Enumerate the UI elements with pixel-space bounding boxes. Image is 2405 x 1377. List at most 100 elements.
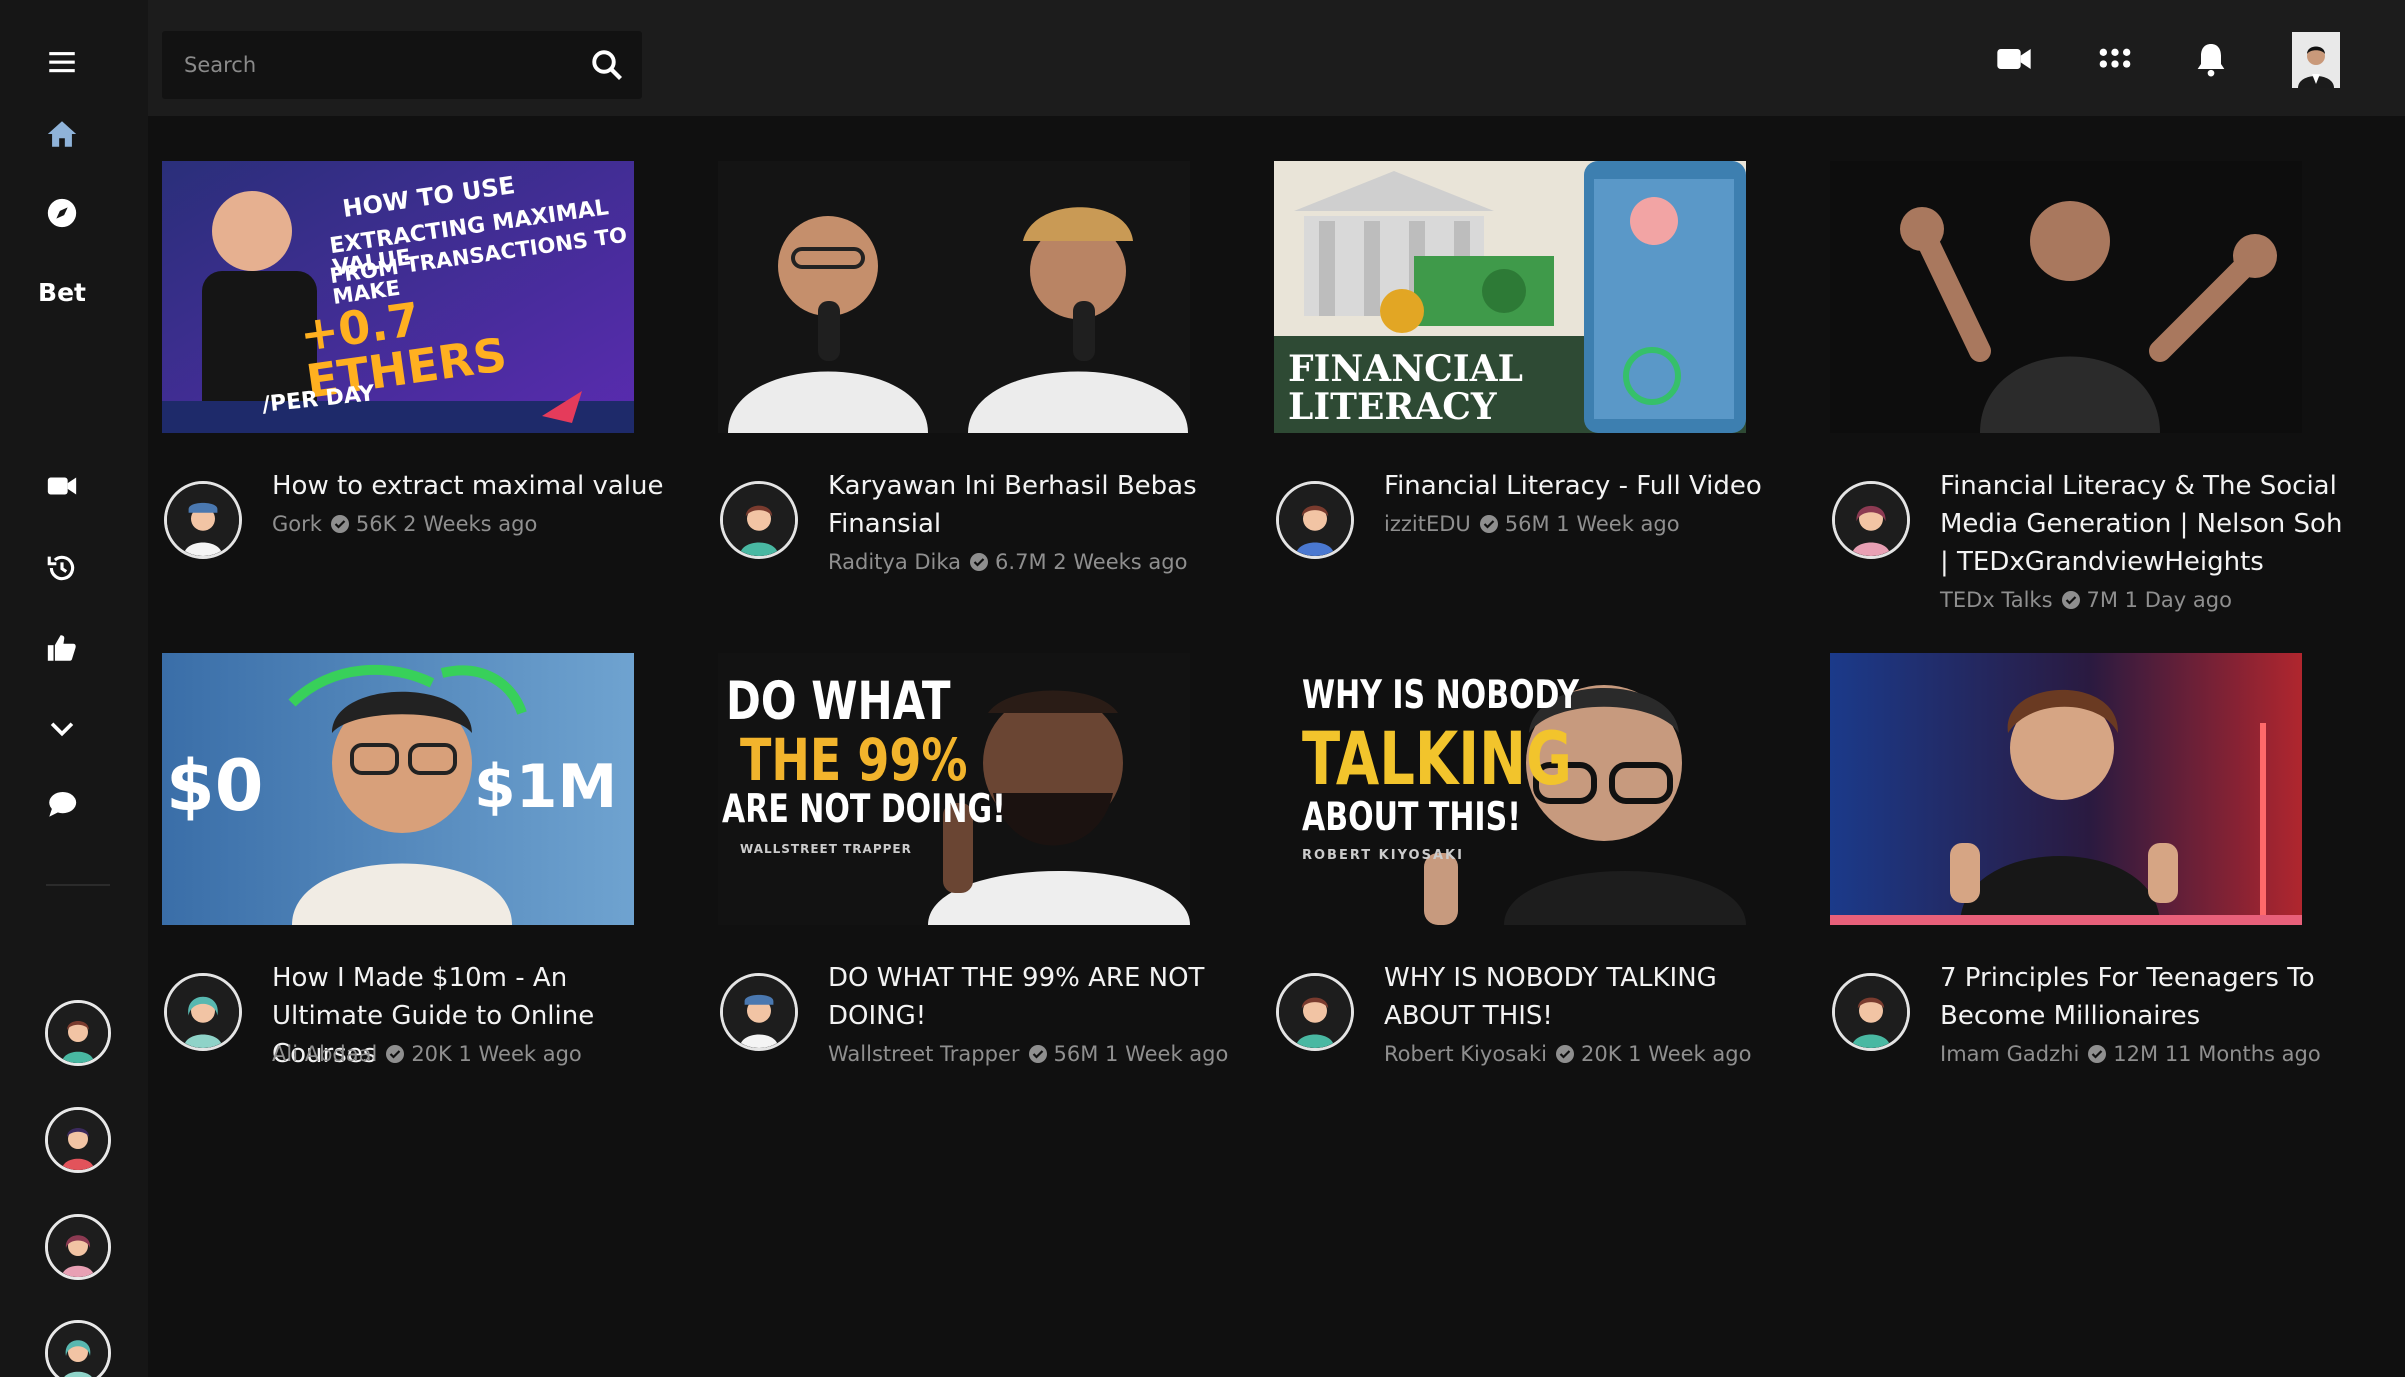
channel-avatar[interactable] <box>164 481 242 559</box>
thumbnail-caption: WALLSTREET TRAPPER <box>740 842 912 856</box>
video-camera-icon[interactable] <box>1991 36 2037 82</box>
thumbnail-caption: ARE NOT DOING! <box>722 787 1006 833</box>
video-stats: 20K 1 Week ago <box>1580 1042 1752 1066</box>
search-input[interactable] <box>162 31 572 99</box>
channel-avatar[interactable] <box>720 973 798 1051</box>
channel-avatar[interactable] <box>1276 481 1354 559</box>
thumbnail-caption: $1M <box>474 752 618 822</box>
thumbnail-caption: FINANCIAL <box>1288 348 1523 390</box>
video-thumbnail[interactable] <box>718 161 1190 433</box>
channel-name[interactable]: Ali Abdaal <box>272 1042 377 1066</box>
video-camera-icon[interactable] <box>32 458 92 514</box>
video-thumbnail[interactable]: WHY IS NOBODY TALKING ABOUT THIS! ROBERT… <box>1274 653 1746 925</box>
video-stats: 6.7M 2 Weeks ago <box>995 550 1188 574</box>
video-title[interactable]: DO WHAT THE 99% ARE NOT DOING! <box>828 959 1238 1035</box>
search-icon <box>592 50 622 80</box>
verified-icon <box>2061 591 2080 609</box>
video-stats: 56M 1 Week ago <box>1504 512 1680 536</box>
video-stats: 7M 1 Day ago <box>2086 588 2232 612</box>
video-thumbnail[interactable] <box>1830 653 2302 925</box>
chevron-down-icon[interactable] <box>32 700 92 756</box>
video-meta: Wallstreet Trapper 56M 1 Week ago <box>828 1042 1228 1066</box>
home-icon[interactable] <box>32 106 92 162</box>
video-card[interactable]: $0 $1M How I Made $10m - An Ultimate Gui… <box>162 653 682 1083</box>
video-stats: 12M 11 Months ago <box>2113 1042 2321 1066</box>
channel-avatar[interactable] <box>720 481 798 559</box>
video-stats: 56K 2 Weeks ago <box>355 512 538 536</box>
video-meta: TEDx Talks 7M 1 Day ago <box>1940 588 2232 612</box>
video-thumbnail[interactable] <box>1830 161 2302 433</box>
thumbs-up-icon[interactable] <box>32 620 92 676</box>
channel-avatar[interactable] <box>1276 973 1354 1051</box>
video-title[interactable]: Financial Literacy - Full Video <box>1384 467 1794 505</box>
apps-grid-icon[interactable] <box>2092 36 2138 82</box>
top-bar <box>148 0 2405 116</box>
video-stats: 20K 1 Week ago <box>411 1042 582 1066</box>
channel-name[interactable]: izzitEDU <box>1384 512 1471 536</box>
channel-avatar[interactable] <box>1832 973 1910 1051</box>
channel-name[interactable]: TEDx Talks <box>1940 588 2053 612</box>
thumbnail-caption: LITERACY <box>1288 386 1497 428</box>
channel-name[interactable]: Robert Kiyosaki <box>1384 1042 1547 1066</box>
video-title[interactable]: WHY IS NOBODY TALKING ABOUT THIS! <box>1384 959 1794 1035</box>
video-meta: Raditya Dika 6.7M 2 Weeks ago <box>828 550 1187 574</box>
video-meta: Robert Kiyosaki 20K 1 Week ago <box>1384 1042 1751 1066</box>
verified-icon <box>330 515 349 533</box>
verified-icon <box>1479 515 1498 533</box>
video-meta: Ali Abdaal 20K 1 Week ago <box>272 1042 582 1066</box>
thumbnail-caption: $0 <box>166 745 264 827</box>
video-card[interactable]: WHY IS NOBODY TALKING ABOUT THIS! ROBERT… <box>1274 653 1794 1083</box>
thumbnail-caption: WHY IS NOBODY <box>1302 673 1580 719</box>
compass-icon[interactable] <box>32 185 92 241</box>
video-card[interactable]: Financial Literacy & The Social Media Ge… <box>1830 161 2350 612</box>
sidebar-item-label: Bet <box>38 277 86 307</box>
video-card[interactable]: Karyawan Ini Berhasil Bebas Finansial Ra… <box>718 161 1238 591</box>
video-thumbnail[interactable]: FINANCIAL LITERACY <box>1274 161 1746 433</box>
video-meta: Gork 56K 2 Weeks ago <box>272 512 537 536</box>
video-title[interactable]: 7 Principles For Teenagers To Become Mil… <box>1940 959 2350 1035</box>
sidebar-divider <box>46 884 110 886</box>
channel-avatar[interactable] <box>1832 481 1910 559</box>
subscription-avatar[interactable] <box>45 1107 111 1173</box>
verified-icon <box>2088 1045 2107 1063</box>
sidebar-item-bet[interactable]: Bet <box>32 264 92 320</box>
verified-icon <box>970 553 989 571</box>
verified-icon <box>1028 1045 1047 1063</box>
thumbnail-caption: ROBERT KIYOSAKI <box>1302 848 1464 863</box>
video-thumbnail[interactable]: DO WHAT THE 99% ARE NOT DOING! WALLSTREE… <box>718 653 1190 925</box>
history-icon[interactable] <box>32 540 92 596</box>
channel-name[interactable]: Raditya Dika <box>828 550 961 574</box>
video-card[interactable]: DO WHAT THE 99% ARE NOT DOING! WALLSTREE… <box>718 653 1238 1083</box>
subscription-avatar[interactable] <box>45 1214 111 1280</box>
channel-avatar[interactable] <box>164 973 242 1051</box>
thumbnail-caption: THE 99% <box>740 726 968 794</box>
chat-bubble-icon[interactable] <box>32 776 92 832</box>
subscription-avatar[interactable] <box>45 1320 111 1377</box>
video-card[interactable]: HOW TO USE EXTRACTING MAXIMAL VALUE FROM… <box>162 161 682 591</box>
hamburger-menu-icon[interactable] <box>32 34 92 90</box>
search-button[interactable] <box>572 31 642 99</box>
verified-icon <box>386 1045 405 1063</box>
channel-name[interactable]: Wallstreet Trapper <box>828 1042 1020 1066</box>
thumbnail-caption: TALKING <box>1302 717 1572 803</box>
channel-name[interactable]: Imam Gadzhi <box>1940 1042 2079 1066</box>
subscription-avatar[interactable] <box>45 1000 111 1066</box>
video-card[interactable]: FINANCIAL LITERACY Financial Literacy - … <box>1274 161 1794 591</box>
channel-name[interactable]: Gork <box>272 512 322 536</box>
thumbnail-caption: DO WHAT <box>726 670 951 732</box>
video-thumbnail[interactable]: HOW TO USE EXTRACTING MAXIMAL VALUE FROM… <box>162 161 634 433</box>
video-meta: Imam Gadzhi 12M 11 Months ago <box>1940 1042 2321 1066</box>
video-title[interactable]: Financial Literacy & The Social Media Ge… <box>1940 467 2350 581</box>
bell-icon[interactable] <box>2188 36 2234 82</box>
search-box <box>162 31 642 99</box>
sidebar: Bet <box>0 0 148 1377</box>
video-stats: 56M 1 Week ago <box>1053 1042 1229 1066</box>
video-app: Bet Search HOW TO USE EXTRACTING MAXIMAL… <box>0 0 2405 1377</box>
video-meta: izzitEDU 56M 1 Week ago <box>1384 512 1680 536</box>
profile-avatar[interactable] <box>2292 32 2340 88</box>
video-title[interactable]: Karyawan Ini Berhasil Bebas Finansial <box>828 467 1238 543</box>
video-thumbnail[interactable]: $0 $1M <box>162 653 634 925</box>
video-card[interactable]: 7 Principles For Teenagers To Become Mil… <box>1830 653 2350 1083</box>
thumbnail-caption: ABOUT THIS! <box>1302 795 1521 841</box>
video-title[interactable]: How to extract maximal value <box>272 467 682 505</box>
